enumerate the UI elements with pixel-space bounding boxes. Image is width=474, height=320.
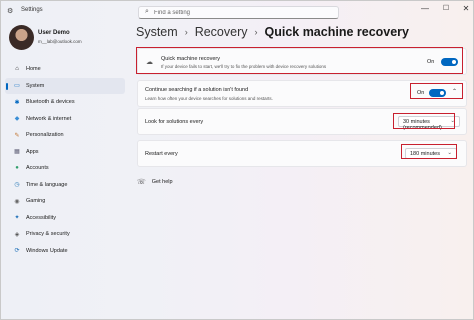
sidebar-item-accessibility[interactable]: ✦ Accessibility — [5, 210, 125, 227]
breadcrumb-separator: › — [184, 27, 188, 37]
time-icon: ◷ — [14, 182, 20, 189]
breadcrumb-system[interactable]: System — [136, 25, 178, 39]
sidebar-item-system[interactable]: ▭ System — [5, 77, 125, 94]
search-input[interactable] — [154, 9, 334, 17]
highlight-frame — [136, 47, 463, 74]
sidebar-item-label: Personalization — [26, 132, 64, 139]
sidebar-item-privacy-security[interactable]: ◈ Privacy & security — [5, 226, 125, 243]
continue-search-title: Continue searching if a solution isn't f… — [145, 87, 249, 93]
look-for-title: Look for solutions every — [145, 119, 204, 125]
bluetooth-icon: ✱ — [14, 99, 20, 106]
sidebar-item-label: Home — [26, 66, 41, 73]
sidebar-item-bluetooth[interactable]: ✱ Bluetooth & devices — [5, 94, 125, 111]
sidebar-item-label: Bluetooth & devices — [26, 99, 75, 106]
maximize-button[interactable]: ☐ — [437, 4, 455, 12]
search-icon: ⌕ — [145, 8, 149, 15]
breadcrumb: System › Recovery › Quick machine recove… — [136, 24, 409, 40]
sidebar-item-apps[interactable]: ▦ Apps — [5, 144, 125, 161]
sidebar-item-gaming[interactable]: ◉ Gaming — [5, 193, 125, 210]
shield-icon: ◈ — [14, 231, 20, 238]
highlight-frame — [401, 144, 457, 159]
home-icon: ⌂ — [15, 66, 19, 73]
search-box[interactable]: ⌕ — [138, 6, 339, 19]
get-help-link[interactable]: ☏ Get help — [137, 178, 173, 186]
user-email: m__lab@outlook.com — [38, 39, 82, 44]
avatar[interactable] — [9, 25, 34, 50]
system-icon: ▭ — [14, 83, 20, 90]
settings-app-icon: ⚙ — [7, 8, 14, 15]
sidebar-nav: ⌂ Home ▭ System ✱ Bluetooth & devices ◆ … — [5, 61, 125, 259]
sidebar-item-label: Privacy & security — [26, 231, 70, 238]
sidebar-item-home[interactable]: ⌂ Home — [5, 61, 125, 78]
continue-search-description: Learn how often your device searches for… — [145, 96, 273, 101]
sidebar-item-label: Accounts — [26, 165, 49, 172]
minimize-button[interactable]: — — [416, 4, 434, 13]
accessibility-icon: ✦ — [14, 215, 20, 222]
user-name: User Demo — [38, 30, 70, 36]
sidebar-item-network[interactable]: ◆ Network & internet — [5, 111, 125, 128]
sidebar-item-label: Time & language — [26, 181, 68, 188]
close-button[interactable]: ✕ — [457, 4, 473, 13]
sidebar-item-time-language[interactable]: ◷ Time & language — [5, 177, 125, 194]
highlight-frame — [410, 83, 463, 99]
breadcrumb-separator: › — [254, 27, 258, 37]
sidebar-item-personalization[interactable]: ✎ Personalization — [5, 127, 125, 144]
sidebar-item-label: Gaming — [26, 198, 46, 205]
sidebar-item-label: System — [26, 82, 45, 89]
accounts-icon: ● — [15, 165, 19, 172]
sidebar-item-label: Accessibility — [26, 214, 56, 221]
personalization-icon: ✎ — [14, 132, 20, 139]
sidebar-item-label: Network & internet — [26, 115, 72, 122]
sidebar-item-label: Windows Update — [26, 247, 68, 254]
get-help-label: Get help — [151, 179, 173, 185]
network-icon: ◆ — [14, 116, 20, 123]
page-title: Quick machine recovery — [264, 25, 410, 39]
gaming-icon: ◉ — [14, 198, 20, 205]
sidebar-item-label: Apps — [26, 148, 39, 155]
help-icon: ☏ — [137, 179, 146, 186]
sidebar-item-accounts[interactable]: ● Accounts — [5, 160, 125, 177]
breadcrumb-recovery[interactable]: Recovery — [195, 25, 248, 39]
restart-title: Restart every — [145, 151, 178, 157]
sidebar-item-windows-update[interactable]: ⟳ Windows Update — [5, 243, 125, 260]
update-icon: ⟳ — [14, 248, 20, 255]
highlight-frame — [393, 113, 455, 129]
settings-window: ⚙ Settings — ☐ ✕ ⌕ User Demo m__lab@outl… — [0, 0, 474, 320]
app-title: Settings — [21, 7, 43, 13]
apps-icon: ▦ — [14, 149, 20, 156]
